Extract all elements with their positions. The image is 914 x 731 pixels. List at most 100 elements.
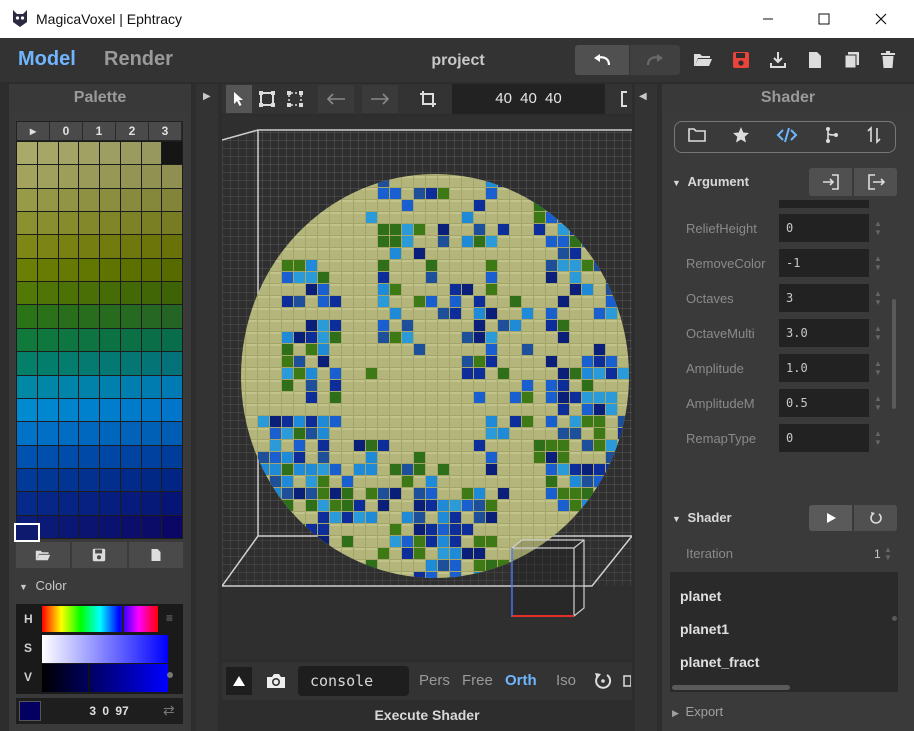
palette-swatch[interactable] [162,258,182,282]
palette-swatch[interactable] [17,375,37,398]
export-section-toggle[interactable]: ▶ Export [672,704,723,719]
palette-new-button[interactable] [128,542,183,568]
palette-swatch[interactable] [17,258,37,282]
palette-swatch[interactable] [141,305,162,328]
tab-model[interactable]: Model [18,48,76,71]
palette-swatch[interactable] [79,375,99,398]
spinner-icon[interactable]: ▲ ▼ [874,359,882,377]
current-color-swatch[interactable] [19,701,41,721]
palette-swatch[interactable] [162,305,182,328]
size-field[interactable]: 40 40 40 [452,84,605,114]
camera-button[interactable] [262,667,290,695]
palette-swatch[interactable] [17,305,37,328]
palette-swatch[interactable] [100,305,120,328]
palette-swatch[interactable] [100,212,120,235]
palette-swatch[interactable] [120,165,141,188]
palette-swatch[interactable] [141,422,162,445]
palette-swatch[interactable] [162,468,182,492]
console-input[interactable]: console [298,666,409,696]
tab-render[interactable]: Render [104,48,173,71]
iteration-spinner-icon[interactable]: ▲ ▼ [884,546,892,562]
argument-value-field[interactable]: 0 [779,214,869,242]
sort-tab[interactable] [866,125,882,149]
spinner-icon[interactable]: ▲ ▼ [874,324,882,342]
palette-swatch[interactable] [120,445,141,468]
palette-swatch[interactable] [58,188,79,212]
palette-swatch[interactable] [37,468,58,492]
palette-swatch[interactable] [120,142,141,165]
iteration-value[interactable]: 1 [874,547,881,561]
palette-swatch[interactable] [162,445,182,468]
palette-swatch[interactable] [141,328,162,352]
palette-swatch[interactable] [100,328,120,352]
folder-tab[interactable] [688,127,706,147]
palette-tab-2[interactable]: 2 [116,122,149,140]
palette-swatch[interactable] [120,492,141,515]
palette-swatch[interactable] [37,212,58,235]
palette-swatch[interactable] [79,212,99,235]
palette-swatch[interactable] [162,282,182,305]
new-file-button[interactable] [803,45,827,75]
palette-swatch[interactable] [17,282,37,305]
palette-swatch[interactable] [37,398,58,422]
palette-tab-3[interactable]: 3 [149,122,182,140]
palette-swatch[interactable] [141,468,162,492]
palette-swatch[interactable] [58,328,79,352]
palette-open-button[interactable] [16,542,71,568]
move-left-button[interactable] [318,85,354,113]
undo-button[interactable] [575,45,629,75]
3d-viewport[interactable] [222,116,632,660]
palette-swatch[interactable] [79,165,99,188]
palette-swatch[interactable] [17,492,37,515]
palette-swatch[interactable] [141,188,162,212]
palette-swatch[interactable] [120,235,141,258]
duplicate-button[interactable] [840,45,864,75]
palette-swatch[interactable] [37,375,58,398]
left-panel-collapse[interactable]: ▶ [196,84,218,731]
palette-swatch[interactable] [17,468,37,492]
palette-swatch[interactable] [141,398,162,422]
palette-swatch[interactable] [162,235,182,258]
palette-swatch[interactable] [120,468,141,492]
palette-swatch[interactable] [79,515,99,538]
shader-item-planet[interactable]: planet [670,580,898,613]
palette-swatch[interactable] [120,328,141,352]
palette-swatch[interactable] [37,282,58,305]
view-iso[interactable]: Iso [556,672,576,689]
palette-swatch[interactable] [79,398,99,422]
open-button[interactable] [690,45,716,75]
spinner-icon[interactable]: ▲ ▼ [874,219,882,237]
argument-value-field[interactable]: 0 [779,424,869,452]
spinner-icon[interactable]: ▲ ▼ [874,254,882,272]
shader-item-planet1[interactable]: planet1 [670,613,898,646]
palette-swatch[interactable] [162,142,182,165]
palette-swatch[interactable] [37,235,58,258]
palette-swatch[interactable] [100,258,120,282]
favorites-tab[interactable] [732,126,750,149]
palette-swatch[interactable] [58,515,79,538]
spinner-icon[interactable]: ▲ ▼ [874,394,882,412]
code-tab[interactable] [776,127,798,148]
palette-swatch[interactable] [79,235,99,258]
palette-swatch[interactable] [120,515,141,538]
save-button[interactable] [728,45,754,75]
palette-swatch[interactable] [141,492,162,515]
palette-swatch[interactable] [37,305,58,328]
palette-swatch[interactable] [120,282,141,305]
palette-swatch[interactable] [141,515,162,538]
palette-swatch[interactable] [162,398,182,422]
close-button[interactable] [858,0,904,38]
palette-swatch[interactable] [100,375,120,398]
palette-swatch[interactable] [79,422,99,445]
hue-slider-handle[interactable] [122,606,124,632]
palette-save-button[interactable] [72,542,127,568]
palette-swatch[interactable] [120,422,141,445]
palette-swatch[interactable] [100,165,120,188]
palette-swatch[interactable] [58,235,79,258]
palette-swatch[interactable] [100,235,120,258]
saturation-slider[interactable] [42,635,168,663]
palette-swatch[interactable] [17,445,37,468]
palette-swatch[interactable] [141,142,162,165]
palette-tab-play[interactable]: ▸ [17,122,50,140]
palette-swatch[interactable] [120,305,141,328]
